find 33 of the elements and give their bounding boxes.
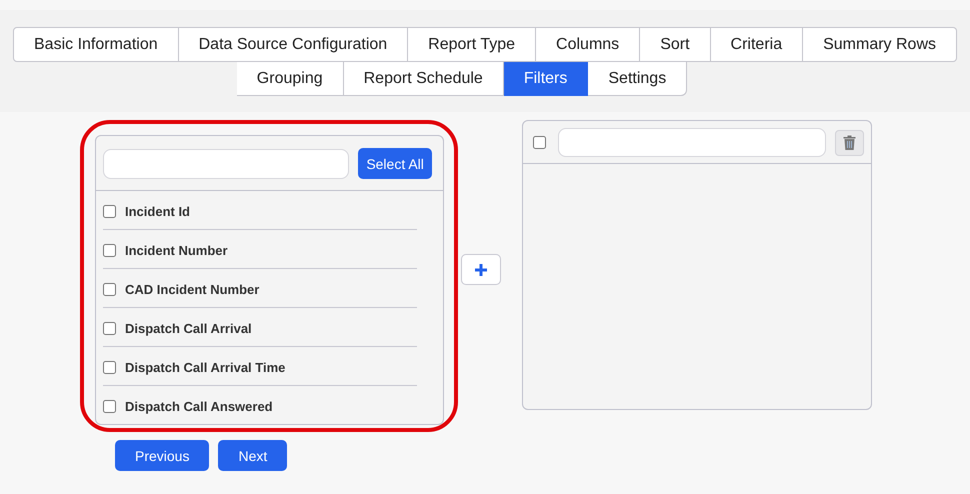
field-label: Dispatch Call Answered (125, 399, 273, 414)
checkbox[interactable] (103, 204, 116, 218)
add-button[interactable] (461, 254, 501, 285)
plus-icon (474, 262, 488, 276)
checkbox[interactable] (103, 322, 116, 334)
search-field[interactable] (103, 148, 350, 178)
tab[interactable]: Report Type (408, 27, 536, 62)
tab[interactable]: Report Schedule (344, 62, 504, 96)
tab[interactable]: Columns (536, 27, 640, 62)
checkbox[interactable] (103, 244, 116, 256)
tab[interactable]: Summary Rows (803, 27, 957, 62)
checkbox[interactable] (103, 282, 116, 296)
tab[interactable]: Basic Information (13, 27, 179, 62)
field-label: Dispatch Call Arrival Time (125, 360, 286, 374)
field-label: Incident Number (125, 242, 228, 258)
nav-button[interactable]: Previous (115, 440, 210, 471)
field-label: Dispatch Call Arrival (125, 320, 252, 336)
tab[interactable]: Grouping (236, 62, 344, 96)
trash-icon (843, 135, 856, 150)
checkbox[interactable] (103, 400, 116, 413)
input-field[interactable] (558, 128, 826, 157)
delete-button[interactable] (835, 130, 864, 156)
select-all-button[interactable]: Select All (358, 148, 432, 179)
tab[interactable]: Sort (640, 27, 711, 62)
tab[interactable]: Criteria (710, 27, 804, 62)
field-label: CAD Incident Number (125, 282, 260, 296)
checkbox[interactable] (533, 136, 546, 149)
field-label: Incident Id (125, 204, 190, 218)
nav-button[interactable]: Next (218, 440, 288, 471)
checkbox[interactable] (103, 360, 116, 374)
tab[interactable]: Data Source Configuration (178, 27, 408, 62)
tab[interactable]: Settings (588, 62, 688, 96)
tab[interactable]: Filters (504, 62, 588, 96)
